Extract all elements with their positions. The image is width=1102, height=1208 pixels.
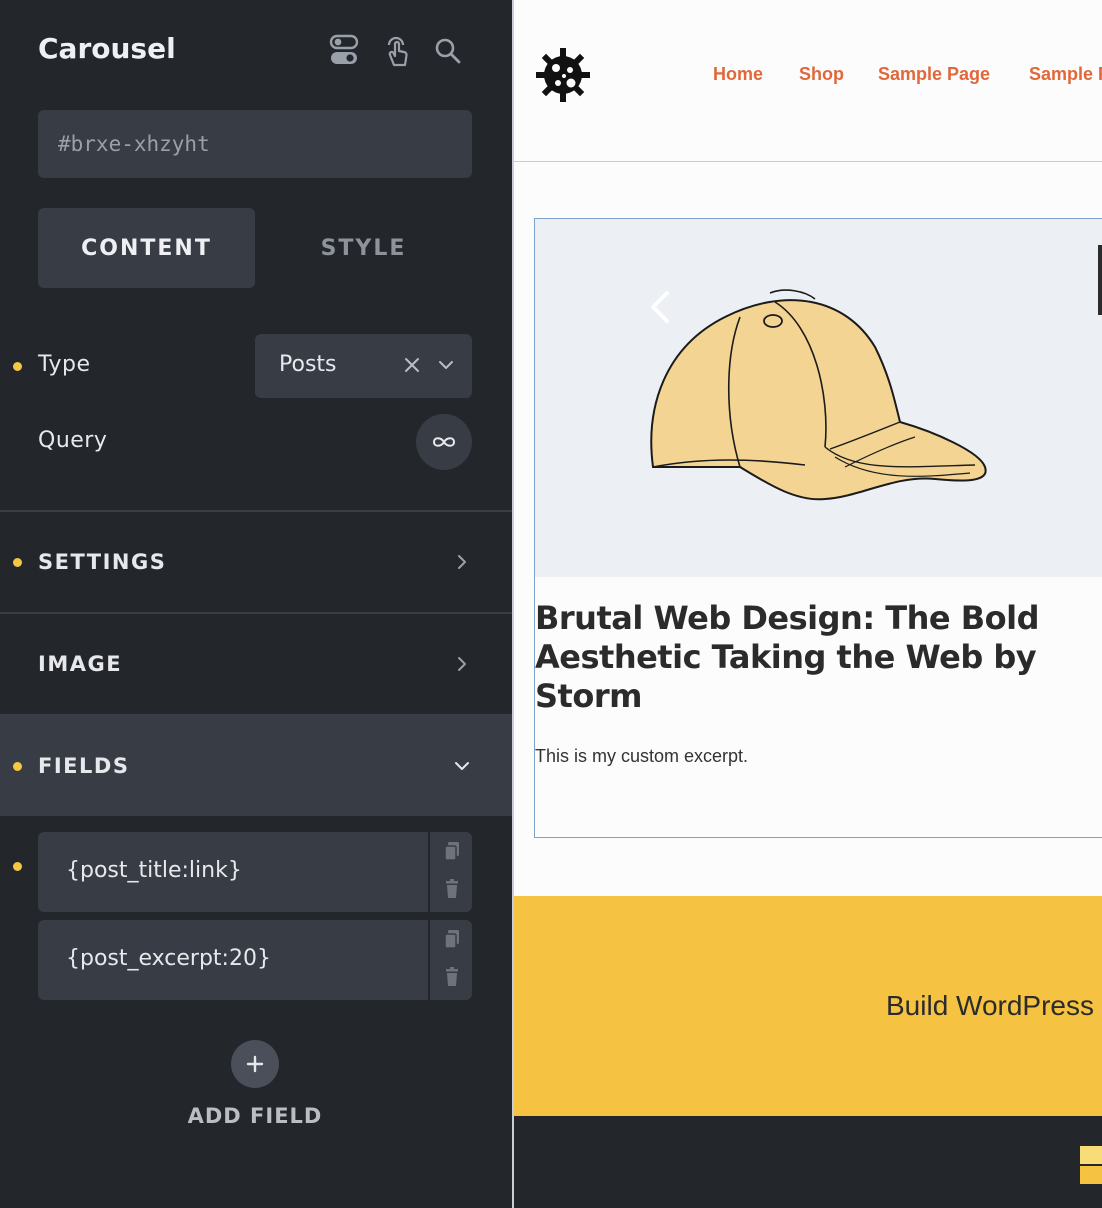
field-value: {post_title:link} xyxy=(66,858,242,883)
cta-banner: Build WordPress sites xyxy=(514,896,1102,1116)
slide-title[interactable]: Brutal Web Design: The Bold Aesthetic Ta… xyxy=(535,599,1095,716)
infinity-icon xyxy=(432,437,456,447)
group-image[interactable]: IMAGE xyxy=(0,614,512,714)
modified-indicator xyxy=(13,362,22,371)
divider xyxy=(428,920,430,1000)
chevron-down-icon xyxy=(452,756,472,776)
divider xyxy=(428,832,430,912)
add-field-button[interactable] xyxy=(231,1040,279,1088)
cap-image xyxy=(650,289,987,501)
page-preview: Home Shop Sample Page Sample Page Brutal xyxy=(512,0,1102,1208)
chevron-right-icon xyxy=(452,552,472,572)
trash-icon[interactable] xyxy=(442,878,462,900)
group-fields-label: FIELDS xyxy=(38,754,130,778)
modified-indicator xyxy=(13,862,22,871)
carousel-prev-arrow-icon[interactable] xyxy=(645,287,675,327)
field-item[interactable]: {post_title:link} xyxy=(38,832,472,912)
modified-indicator xyxy=(13,558,22,567)
plus-icon xyxy=(246,1055,264,1073)
field-value: {post_excerpt:20} xyxy=(66,946,271,971)
modified-indicator xyxy=(13,762,22,771)
footer-logo xyxy=(1080,1166,1102,1184)
group-fields[interactable]: FIELDS xyxy=(0,716,512,816)
group-settings-label: SETTINGS xyxy=(38,550,167,574)
type-select[interactable]: Posts xyxy=(255,334,472,398)
touch-icon[interactable] xyxy=(381,33,411,67)
search-icon[interactable] xyxy=(433,33,463,67)
virus-logo-icon[interactable] xyxy=(534,46,592,104)
slide-excerpt: This is my custom excerpt. xyxy=(535,746,749,766)
site-footer xyxy=(514,1116,1102,1208)
toggle-icon[interactable] xyxy=(329,33,359,67)
site-header: Home Shop Sample Page Sample Page xyxy=(514,0,1102,162)
tab-content[interactable]: CONTENT xyxy=(38,208,255,288)
clear-icon[interactable] xyxy=(401,354,423,376)
query-label: Query xyxy=(38,428,108,453)
chevron-right-icon xyxy=(452,654,472,674)
panel-title: Carousel xyxy=(38,32,176,65)
add-field-label[interactable]: ADD FIELD xyxy=(0,1104,510,1128)
cta-banner-text: Build WordPress sites xyxy=(886,990,1102,1021)
group-image-label: IMAGE xyxy=(38,652,123,676)
nav-shop[interactable]: Shop xyxy=(799,64,844,85)
trash-icon[interactable] xyxy=(442,966,462,988)
chevron-down-icon[interactable] xyxy=(435,354,457,376)
tab-style[interactable]: STYLE xyxy=(255,208,472,288)
field-item[interactable]: {post_excerpt:20} xyxy=(38,920,472,1000)
nav-home[interactable]: Home xyxy=(713,64,763,85)
carousel[interactable]: Brutal Web Design: The Bold Aesthetic Ta… xyxy=(534,218,1102,838)
query-loop-button[interactable] xyxy=(416,414,472,470)
footer-logo xyxy=(1080,1146,1102,1164)
group-settings[interactable]: SETTINGS xyxy=(0,512,512,612)
nav-sample-page[interactable]: Sample Page xyxy=(878,64,990,85)
builder-panel: Carousel CONTENT STYLE Type Posts xyxy=(0,0,512,1208)
next-slide-edge xyxy=(1098,245,1102,315)
type-select-value: Posts xyxy=(279,352,337,377)
copy-icon[interactable] xyxy=(442,840,462,862)
slide-image xyxy=(535,219,1102,577)
nav-sample-page-2[interactable]: Sample Page xyxy=(1029,64,1102,85)
element-id-input[interactable] xyxy=(38,110,472,178)
type-label: Type xyxy=(38,352,91,377)
copy-icon[interactable] xyxy=(442,928,462,950)
